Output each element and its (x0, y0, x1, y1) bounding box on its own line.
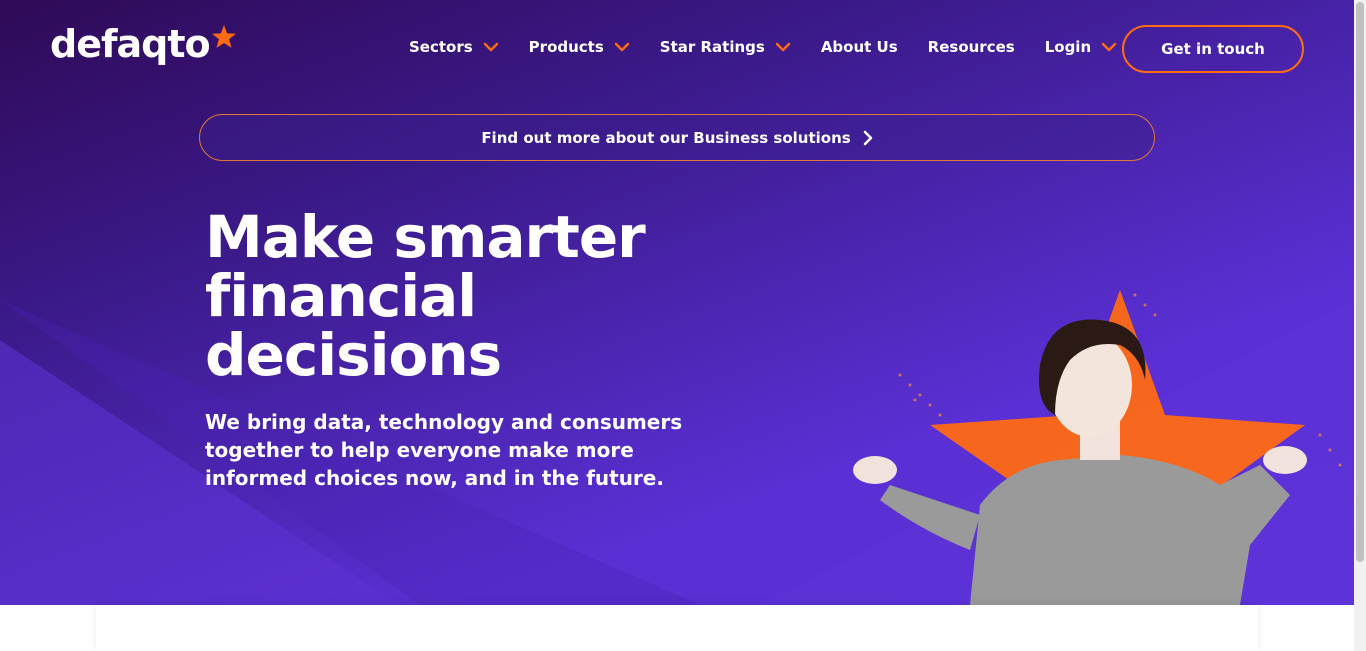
hero-subtext: We bring data, technology and consumers … (205, 410, 683, 490)
headline-line-3: decisions (205, 321, 502, 389)
headline-highlight-word: smarter (393, 203, 646, 271)
nav-item-about-us[interactable]: About Us (821, 38, 898, 56)
person-sweater (970, 455, 1290, 605)
chevron-right-icon (863, 130, 872, 145)
nav-item-resources[interactable]: Resources (928, 38, 1015, 56)
nav-item-label: Login (1044, 38, 1092, 56)
business-solutions-banner[interactable]: Find out more about our Business solutio… (199, 114, 1155, 161)
page-scrollbar[interactable] (1354, 0, 1366, 651)
scrollbar-thumb[interactable] (1356, 2, 1364, 562)
person-right-hand (1263, 446, 1307, 474)
logo-text: defaqto (50, 22, 211, 66)
headline-word-make: Make (205, 203, 375, 271)
chevron-down-icon (775, 42, 791, 52)
hero-headline: Make smarter financial decisions (205, 203, 646, 389)
hero-person-illustration (853, 290, 1342, 605)
content-card (96, 605, 1258, 651)
nav-item-sectors[interactable]: Sectors (409, 38, 499, 56)
nav-item-label: Sectors (409, 38, 473, 56)
defaqto-logo[interactable]: defaqto (50, 22, 237, 66)
logo-star-icon (211, 25, 236, 48)
nav-item-products[interactable]: Products (529, 38, 630, 56)
nav-item-star-ratings[interactable]: Star Ratings (660, 38, 791, 56)
get-in-touch-button[interactable]: Get in touch (1122, 25, 1304, 73)
nav-item-label: Star Ratings (659, 38, 765, 56)
hero-section: defaqto Sectors Products Star Ratings Ab… (0, 0, 1354, 605)
chevron-down-icon (614, 42, 630, 52)
banner-label: Find out more about our Business solutio… (481, 128, 851, 147)
main-nav: Sectors Products Star Ratings About Us R… (409, 38, 1147, 56)
chevron-down-icon (1101, 42, 1117, 52)
person-left-hand (853, 456, 897, 484)
nav-item-label: Resources (927, 38, 1015, 56)
chevron-down-icon (483, 42, 498, 52)
nav-item-login[interactable]: Login (1045, 38, 1117, 56)
headline-line-2: financial (205, 262, 477, 330)
nav-item-label: About Us (820, 38, 898, 56)
headline-line-1: Make smarter (205, 203, 646, 271)
person-left-arm (880, 485, 980, 550)
nav-item-label: Products (528, 38, 604, 56)
